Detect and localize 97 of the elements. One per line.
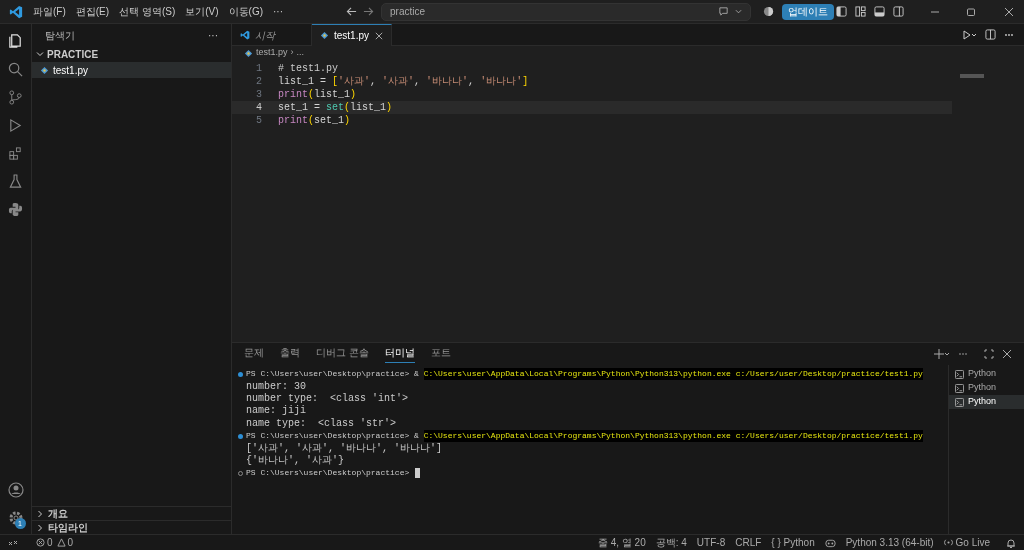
chevron-down-icon[interactable] [735, 8, 743, 15]
sidebar-toggle-icon[interactable] [836, 6, 847, 17]
warning-icon[interactable] [56, 538, 66, 547]
terminal-prompt: PS C:\Users\user\Desktop\practice> & [246, 368, 420, 381]
broadcast-icon [943, 538, 953, 547]
update-button[interactable]: 업데이트 [782, 3, 835, 20]
status-item[interactable]: Python 3.13 (64-bit) [845, 535, 934, 550]
status-item[interactable]: UTF-8 [696, 535, 726, 550]
python-file-icon [40, 65, 49, 75]
panel-tab[interactable]: 출력 [280, 345, 300, 363]
panel-tab[interactable]: 문제 [244, 345, 264, 363]
close-icon[interactable] [1004, 6, 1014, 17]
split-editor-icon[interactable] [985, 29, 996, 40]
menu-item[interactable]: 보기(V) [185, 4, 219, 19]
run-icon[interactable] [963, 29, 977, 40]
status-item[interactable]: CRLF [735, 535, 762, 550]
breadcrumb-item[interactable]: test1.py [256, 46, 288, 60]
copilot-icon[interactable] [824, 537, 836, 548]
menu-item[interactable]: 이동(G) [228, 4, 264, 19]
go-live-button[interactable]: Go Live [943, 535, 990, 550]
python-icon[interactable] [8, 202, 23, 217]
terminal-prompt: PS C:\Users\user\Desktop\practice> [246, 467, 411, 480]
bell-icon[interactable] [1006, 537, 1016, 548]
maximize-icon[interactable] [984, 349, 994, 359]
folder-label: PRACTICE [47, 47, 99, 62]
panel-toggle-icon[interactable] [874, 6, 885, 17]
terminal-prompt: PS C:\Users\user\Desktop\practice> & [246, 430, 420, 443]
search-text: practice [390, 5, 426, 19]
error-icon[interactable] [36, 538, 45, 547]
vscode-logo-icon [9, 4, 23, 19]
editor-tab[interactable]: test1.py [312, 24, 392, 46]
source-control-icon[interactable] [8, 90, 23, 105]
extensions-icon[interactable] [8, 146, 23, 161]
menu-item[interactable]: ··· [273, 4, 284, 19]
panel-tab[interactable]: 디버그 콘솔 [316, 345, 369, 363]
search-icon[interactable] [8, 62, 23, 77]
forward-arrow-icon[interactable] [363, 6, 375, 17]
terminal-command: C:\Users\user\AppData\Local\Programs\Python\Python313\python.exe c:/Users/user/Desktop/practice/test1.py [423, 368, 923, 381]
more-button[interactable]: ··· [208, 27, 218, 43]
section-header[interactable]: 개요 [32, 506, 231, 520]
panel-tab[interactable]: 터미널 [384, 345, 415, 363]
warning-count[interactable]: 0 [67, 535, 74, 550]
chat-icon[interactable] [718, 6, 730, 17]
status-item[interactable]: { } Python [771, 535, 815, 550]
code-line: print(set_1) [278, 114, 351, 128]
terminal-list-item[interactable]: Python [949, 367, 1024, 381]
restore-icon[interactable] [966, 6, 976, 17]
sidebar-title: 탐색기 [45, 28, 75, 43]
terminal-list-item[interactable]: Python [949, 381, 1024, 395]
accounts-half-circle-icon[interactable] [763, 6, 775, 17]
status-item[interactable]: 공백: 4 [655, 535, 687, 550]
line-number: 2 [255, 75, 262, 89]
code-line: set_1 = set(list_1) [278, 101, 393, 115]
terminal-output: number: 30 [246, 380, 306, 393]
line-number: 4 [255, 101, 262, 115]
new-terminal-icon[interactable] [934, 349, 950, 359]
terminal-output: name type: <class 'str'> [246, 417, 397, 430]
chevron-icon: › [290, 46, 294, 60]
code-line: list_1 = ['사과', '사과', '바나나', '바나나'] [278, 75, 529, 89]
code-line: # test1.py [278, 62, 338, 76]
layout-icon[interactable] [855, 6, 866, 17]
line-number: 1 [255, 62, 262, 76]
terminal-command: C:\Users\user\AppData\Local\Programs\Python\Python313\python.exe c:/Users/user/Desktop/practice/test1.py [423, 430, 923, 443]
minimap-icon [960, 74, 984, 78]
flask-icon[interactable] [8, 174, 23, 189]
close-icon[interactable] [375, 31, 383, 40]
error-count[interactable]: 0 [47, 535, 53, 550]
terminal-icon [955, 369, 964, 379]
menu-item[interactable]: 편집(E) [75, 4, 110, 19]
breadcrumb-item[interactable]: ... [296, 46, 305, 60]
terminal-output: ['사과', '사과', '바나나', '바나나'] [246, 442, 442, 455]
panel-tab[interactable]: 포트 [430, 345, 451, 363]
back-arrow-icon[interactable] [346, 6, 358, 17]
account-icon[interactable] [7, 482, 24, 498]
terminal-output: name: jiji [246, 405, 306, 418]
terminal-icon [955, 397, 964, 407]
terminal-output: {'바나나', '사과'} [246, 454, 344, 467]
menu-item[interactable]: 선택 영역(S) [119, 4, 176, 19]
run-debug-icon[interactable] [8, 118, 23, 133]
line-number: 3 [255, 88, 262, 102]
files-icon[interactable] [7, 32, 24, 49]
terminal-icon [955, 383, 964, 393]
vscode-logo-icon [240, 30, 250, 40]
code-line: print(list_1) [278, 88, 357, 102]
folder-header[interactable]: PRACTICE [32, 46, 231, 62]
menu-item[interactable]: 파일(F) [33, 4, 66, 19]
terminal-output: number type: <class 'int'> [246, 392, 409, 405]
python-file-icon [244, 48, 253, 58]
settings-icon[interactable] [7, 510, 24, 526]
status-item[interactable]: 줄 4, 열 20 [597, 535, 646, 550]
terminal-list-item[interactable]: Python [949, 395, 1024, 409]
secondary-sidebar-icon[interactable] [893, 6, 904, 17]
search-field[interactable]: practice [381, 2, 752, 21]
close-icon[interactable] [1002, 349, 1012, 359]
python-file-icon [320, 31, 329, 40]
file-item[interactable]: test1.py [32, 62, 231, 78]
line-number: 5 [255, 114, 262, 128]
